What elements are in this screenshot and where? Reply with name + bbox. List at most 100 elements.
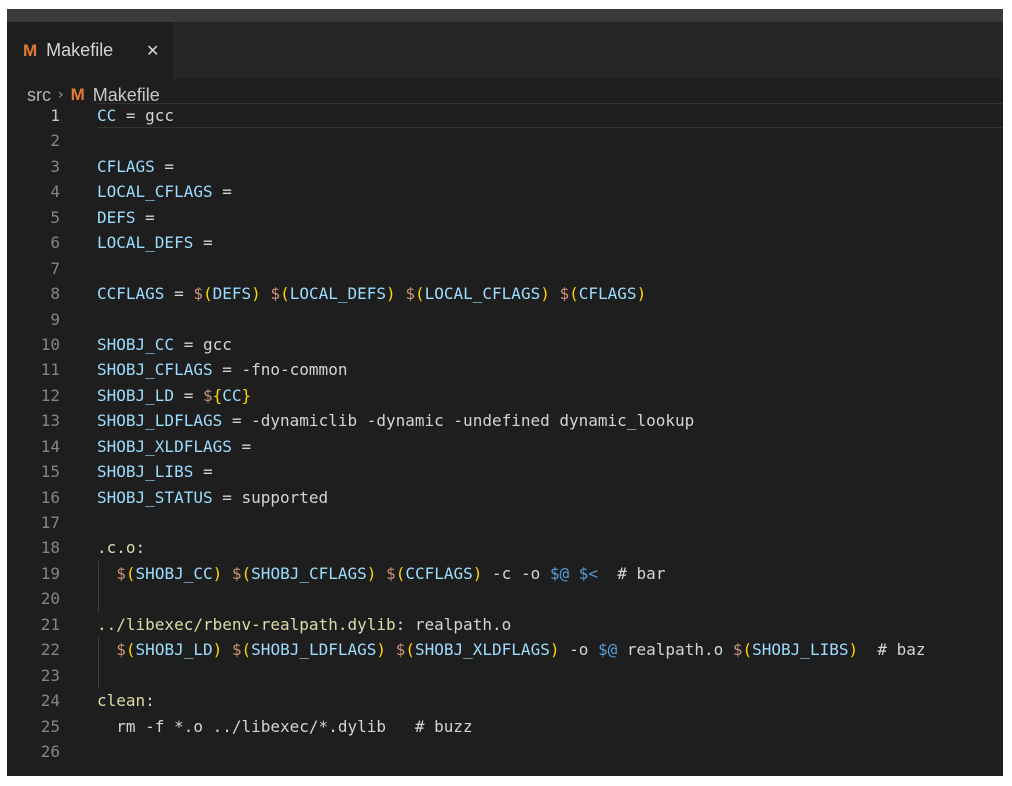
code-line[interactable]: 3 CFLAGS = <box>7 154 1003 179</box>
code-token: SHOBJ_CFLAGS <box>251 563 367 583</box>
line-code: CFLAGS = <box>97 154 174 179</box>
code-editor[interactable]: 1 CC = gcc 2 3 CFLAGS = 4 LOCAL_CFLAGS = 5 DEFS … <box>7 103 1003 764</box>
code-token: SHOBJ_STATUS <box>97 487 213 507</box>
code-line[interactable]: 9 <box>7 307 1003 332</box>
line-number: 7 <box>50 258 60 278</box>
indent-guide <box>98 662 99 689</box>
line-code: $(SHOBJ_LD) $(SHOBJ_LDFLAGS) $(SHOBJ_XLD… <box>97 637 925 662</box>
code-line[interactable]: 1 CC = gcc <box>7 103 1003 129</box>
code-token: SHOBJ_CFLAGS <box>97 360 213 380</box>
line-code: SHOBJ_LD = ${CC} <box>97 383 251 408</box>
code-token: ( <box>241 640 252 660</box>
indent-guide <box>98 586 99 612</box>
code-token: $ <box>559 284 570 304</box>
code-token: SHOBJ_XLDFLAGS <box>97 436 232 456</box>
code-token: = supported <box>212 487 329 507</box>
code-line[interactable]: 25 rm -f *.o ../libexec/*.dylib # buzz <box>7 714 1003 739</box>
line-number: 22 <box>40 640 60 660</box>
line-code: CCFLAGS = $(DEFS) $(LOCAL_DEFS) $(LOCAL_… <box>97 281 646 306</box>
code-line[interactable]: 15 SHOBJ_LIBS = <box>7 459 1003 484</box>
code-token: $ <box>732 640 743 660</box>
code-line[interactable]: 23 <box>7 662 1003 689</box>
code-line[interactable]: 22 $(SHOBJ_LD) $(SHOBJ_LDFLAGS) $(SHOBJ_… <box>7 637 1003 663</box>
tab-bar: M Makefile ✕ <box>7 22 1003 79</box>
code-token: $ <box>202 385 213 405</box>
line-code: SHOBJ_LDFLAGS = -dynamiclib -dynamic -un… <box>97 408 694 433</box>
code-line[interactable]: 14 SHOBJ_XLDFLAGS = <box>7 434 1003 459</box>
code-token: = <box>231 436 252 456</box>
code-token: ) <box>366 563 377 583</box>
code-token: LOCAL_DEFS <box>289 284 387 304</box>
code-line[interactable]: 11 SHOBJ_CFLAGS = -fno-common <box>7 357 1003 382</box>
code-line[interactable]: 6 LOCAL_DEFS = <box>7 230 1003 255</box>
line-code: .c.o: <box>97 535 145 560</box>
makefile-icon: M <box>70 85 85 104</box>
code-token: SHOBJ_XLDFLAGS <box>414 640 550 660</box>
code-line[interactable]: 18 .c.o: <box>7 535 1003 560</box>
code-token: = <box>193 462 213 482</box>
code-line[interactable]: 17 <box>7 510 1003 535</box>
code-line[interactable]: 21 ../libexec/rbenv-realpath.dylib: realp… <box>7 612 1003 637</box>
code-token: ) <box>540 284 550 304</box>
code-line[interactable]: 16 SHOBJ_STATUS = supported <box>7 485 1003 510</box>
code-token: LOCAL_CFLAGS <box>97 182 213 202</box>
code-token: ( <box>742 640 753 660</box>
line-number: 9 <box>50 309 60 329</box>
code-line[interactable]: 20 <box>7 586 1003 612</box>
line-number: 10 <box>40 334 60 354</box>
code-token: SHOBJ_CC <box>97 334 175 354</box>
code-token: ) <box>472 563 483 583</box>
code-line[interactable]: 2 <box>7 128 1003 153</box>
code-token: SHOBJ_LIBS <box>752 640 849 660</box>
code-line[interactable]: 12 SHOBJ_LD = ${CC} <box>7 383 1003 408</box>
code-line[interactable]: 7 <box>7 256 1003 281</box>
code-token: $ <box>270 284 281 304</box>
code-token: ( <box>405 640 415 660</box>
code-token: = <box>154 156 175 176</box>
window-top-strip <box>7 9 1003 22</box>
code-token: $ <box>193 284 203 304</box>
line-number: 20 <box>40 589 60 609</box>
line-number: 26 <box>40 741 60 761</box>
code-token: ( <box>395 563 406 583</box>
code-token: LOCAL_DEFS <box>97 233 194 253</box>
code-token: ) <box>386 284 396 304</box>
code-token: = gcc <box>174 334 232 354</box>
code-token: $@ <box>598 640 618 660</box>
code-token: ) <box>251 284 261 304</box>
code-token: CFLAGS <box>578 284 637 304</box>
tab-label: Makefile <box>46 40 114 60</box>
line-number: 8 <box>50 284 60 304</box>
tab-makefile[interactable]: M Makefile ✕ <box>7 22 173 79</box>
code-line[interactable]: 10 SHOBJ_CC = gcc <box>7 332 1003 357</box>
code-token: SHOBJ_LDFLAGS <box>251 640 377 660</box>
code-line[interactable]: 8 CCFLAGS = $(DEFS) $(LOCAL_DEFS) $(LOCAL… <box>7 281 1003 306</box>
line-code: SHOBJ_XLDFLAGS = <box>97 434 251 459</box>
line-code: DEFS = <box>97 205 155 230</box>
code-line[interactable]: 24 clean: <box>7 688 1003 713</box>
code-token: } <box>241 385 252 405</box>
line-code: LOCAL_DEFS = <box>97 230 213 255</box>
close-icon[interactable]: ✕ <box>146 41 159 60</box>
line-code: SHOBJ_STATUS = supported <box>97 485 328 510</box>
line-number: 21 <box>40 614 60 634</box>
code-token: ) <box>848 640 859 660</box>
line-number: 17 <box>40 513 60 532</box>
code-token: -o <box>559 640 598 660</box>
code-token: ) <box>212 563 223 583</box>
line-number: 18 <box>40 538 60 558</box>
line-number: 5 <box>50 207 60 227</box>
code-line[interactable]: 13 SHOBJ_LDFLAGS = -dynamiclib -dynamic -… <box>7 408 1003 433</box>
code-line[interactable]: 5 DEFS = <box>7 205 1003 230</box>
code-token: CCFLAGS <box>97 284 165 304</box>
code-token: = gcc <box>116 106 175 125</box>
code-token: ( <box>414 284 425 304</box>
code-line[interactable]: 4 LOCAL_CFLAGS = <box>7 179 1003 204</box>
line-number: 13 <box>40 411 60 431</box>
line-code: rm -f *.o ../libexec/*.dylib # buzz <box>97 714 472 739</box>
code-line[interactable]: 19 $(SHOBJ_CC) $(SHOBJ_CFLAGS) $(CCFLAGS… <box>7 560 1003 587</box>
code-line[interactable]: 26 <box>7 739 1003 764</box>
line-number: 25 <box>40 716 60 736</box>
